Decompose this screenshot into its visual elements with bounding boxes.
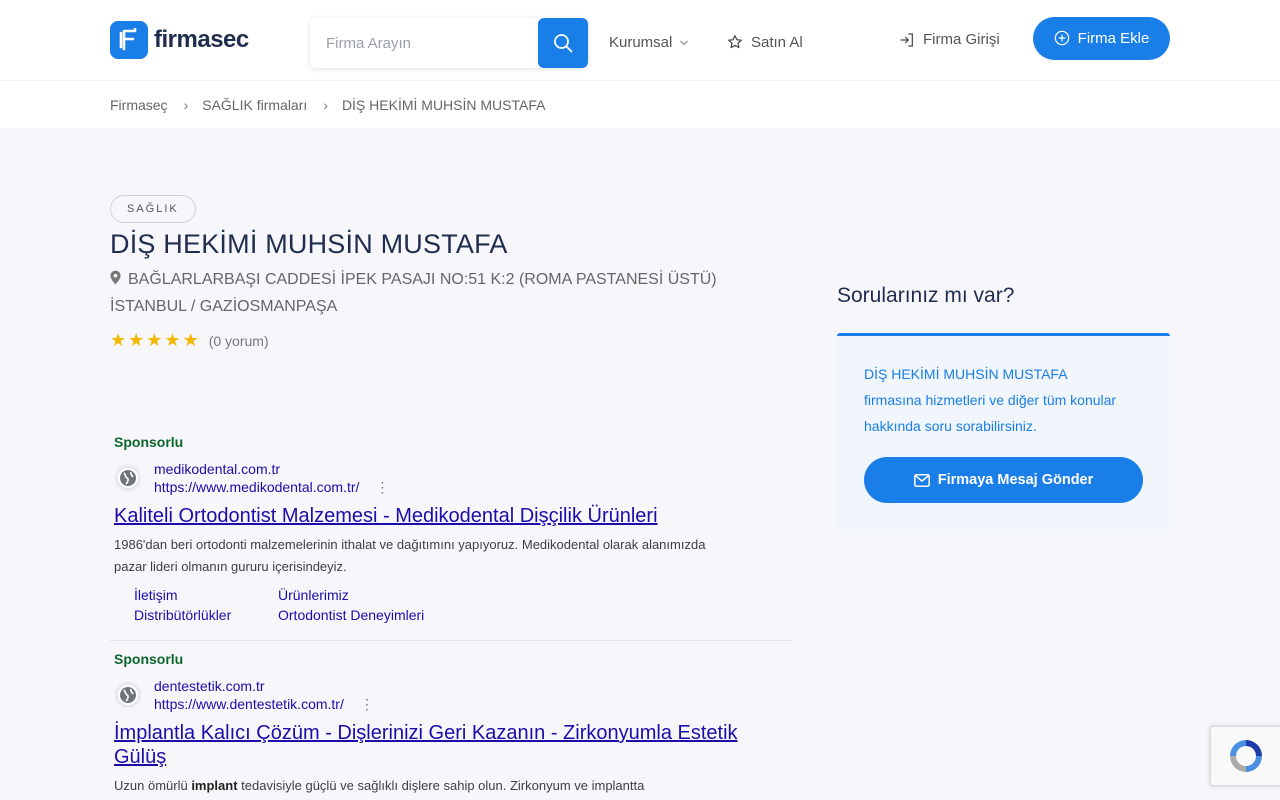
ad-domain: medikodental.com.tr: [154, 461, 281, 477]
ad-sitelinks: İletişim Ürünlerimiz Distribütörlükler O…: [114, 586, 788, 624]
star-icon: ★: [182, 330, 199, 350]
search-button[interactable]: [538, 18, 588, 68]
map-marker-icon: [110, 270, 121, 285]
ad-title[interactable]: İmplantla Kalıcı Çözüm - Dişlerinizi Ger…: [114, 721, 788, 769]
company-address-text: BAĞLARLARBAŞI CADDESİ İPEK PASAJI NO:51 …: [110, 271, 717, 315]
rating: ★ ★ ★ ★ ★ (0 yorum): [110, 330, 269, 351]
site-header: firmasec Kurumsal Satın Al Firma Girişi: [0, 0, 1280, 80]
search-input[interactable]: [310, 18, 538, 68]
breadcrumb-bar: Firmaseç › SAĞLIK firmaları › DİŞ HEKİMİ…: [0, 80, 1280, 128]
star-icon: ★: [128, 330, 145, 350]
login-label: Firma Girişi: [923, 31, 1000, 48]
questions-card: DİŞ HEKİMİ MUHSİN MUSTAFA firmasına hizm…: [837, 333, 1170, 533]
questions-text: DİŞ HEKİMİ MUHSİN MUSTAFA firmasına hizm…: [864, 366, 1117, 434]
globe-icon: [114, 681, 142, 709]
ad-desc-part: Uzun ömürlü: [114, 778, 192, 793]
more-vert-icon[interactable]: ⋮: [360, 697, 374, 711]
plus-circle-icon: [1054, 30, 1069, 45]
ad-sitelink[interactable]: Ortodontist Deneyimleri: [278, 606, 478, 624]
ad-sitelink[interactable]: İletişim: [134, 586, 278, 604]
ad-source[interactable]: dentestetik.com.tr https://www.dentestet…: [114, 677, 788, 713]
sign-in-icon: [900, 32, 913, 47]
logo-text: firmasec: [154, 26, 249, 53]
logo-mark-icon: [110, 21, 148, 59]
company-address: BAĞLARLARBAŞI CADDESİ İPEK PASAJI NO:51 …: [110, 266, 750, 320]
add-company-button[interactable]: Firma Ekle: [1033, 17, 1170, 60]
send-message-label: Firmaya Mesaj Gönder: [937, 472, 1094, 488]
site-logo[interactable]: firmasec: [110, 21, 249, 59]
ad-url: https://www.medikodental.com.tr/ ⋮: [154, 478, 389, 496]
category-badge[interactable]: SAĞLIK: [110, 195, 196, 223]
search-icon: [554, 34, 573, 53]
more-vert-icon[interactable]: ⋮: [375, 480, 389, 494]
breadcrumb-current: DİŞ HEKİMİ MUHSİN MUSTAFA: [341, 97, 546, 113]
ad-sitelink[interactable]: Ürünlerimiz: [278, 586, 478, 604]
recaptcha-badge[interactable]: [1210, 726, 1280, 786]
star-icon: ★: [164, 330, 181, 350]
ad-description: Uzun ömürlü implant tedavisiyle güçlü ve…: [114, 775, 714, 797]
recaptcha-icon: [1229, 740, 1262, 772]
ad-domain: dentestetik.com.tr: [154, 678, 265, 694]
chevron-right-icon: ›: [183, 97, 189, 113]
ad-sponsored-label: Sponsorlu: [114, 434, 184, 450]
ad-sponsored-label: Sponsorlu: [114, 651, 184, 667]
ad-url-text: https://www.medikodental.com.tr/: [154, 479, 360, 495]
send-message-button[interactable]: Firmaya Mesaj Gönder: [864, 457, 1143, 503]
ad-description: 1986'dan beri ortodonti malzemelerinin i…: [114, 537, 706, 574]
ad-item: Sponsorlu medikodental.com.tr https://ww…: [110, 430, 792, 640]
ad-title[interactable]: Kaliteli Ortodontist Malzemesi - Medikod…: [114, 504, 788, 528]
ad-desc-keyword: implant: [191, 778, 238, 793]
ad-desc-part: tedavisiyle güçlü ve sağlıklı dişlere sa…: [237, 778, 645, 793]
breadcrumb-home[interactable]: Firmaseç: [110, 97, 168, 113]
ad-sitelink[interactable]: Distribütörlükler: [134, 606, 278, 624]
nav-buy-label: Satın Al: [751, 34, 803, 51]
chevron-down-icon: [680, 40, 689, 45]
add-company-label: Firma Ekle: [1077, 30, 1150, 47]
breadcrumb-category[interactable]: SAĞLIK firmaları: [202, 97, 307, 113]
envelope-icon: [913, 473, 930, 487]
ad-url: https://www.dentestetik.com.tr/ ⋮: [154, 695, 374, 713]
sponsored-ads: Sponsorlu medikodental.com.tr https://ww…: [110, 430, 792, 800]
star-icon: ★: [110, 330, 127, 350]
nav-corporate-label: Kurumsal: [609, 34, 673, 51]
star-icon: ★: [146, 330, 163, 350]
login-link[interactable]: Firma Girişi: [899, 31, 1000, 48]
breadcrumb: Firmaseç › SAĞLIK firmaları › DİŞ HEKİMİ…: [110, 97, 545, 113]
ad-url-text: https://www.dentestetik.com.tr/: [154, 696, 344, 712]
review-count[interactable]: (0 yorum): [209, 333, 269, 349]
ad-source[interactable]: medikodental.com.tr https://www.medikode…: [114, 460, 788, 496]
nav-buy[interactable]: Satın Al: [727, 34, 803, 51]
star-outline-icon: [728, 34, 742, 48]
nav-corporate[interactable]: Kurumsal: [609, 34, 689, 51]
ad-item: Sponsorlu dentestetik.com.tr https://www…: [110, 640, 792, 800]
search-box: [310, 18, 588, 68]
globe-icon: [114, 464, 142, 492]
company-title: DİŞ HEKİMİ MUHSİN MUSTAFA: [110, 229, 508, 259]
questions-title: Sorularınız mı var?: [837, 284, 1015, 307]
chevron-right-icon: ›: [323, 97, 328, 113]
